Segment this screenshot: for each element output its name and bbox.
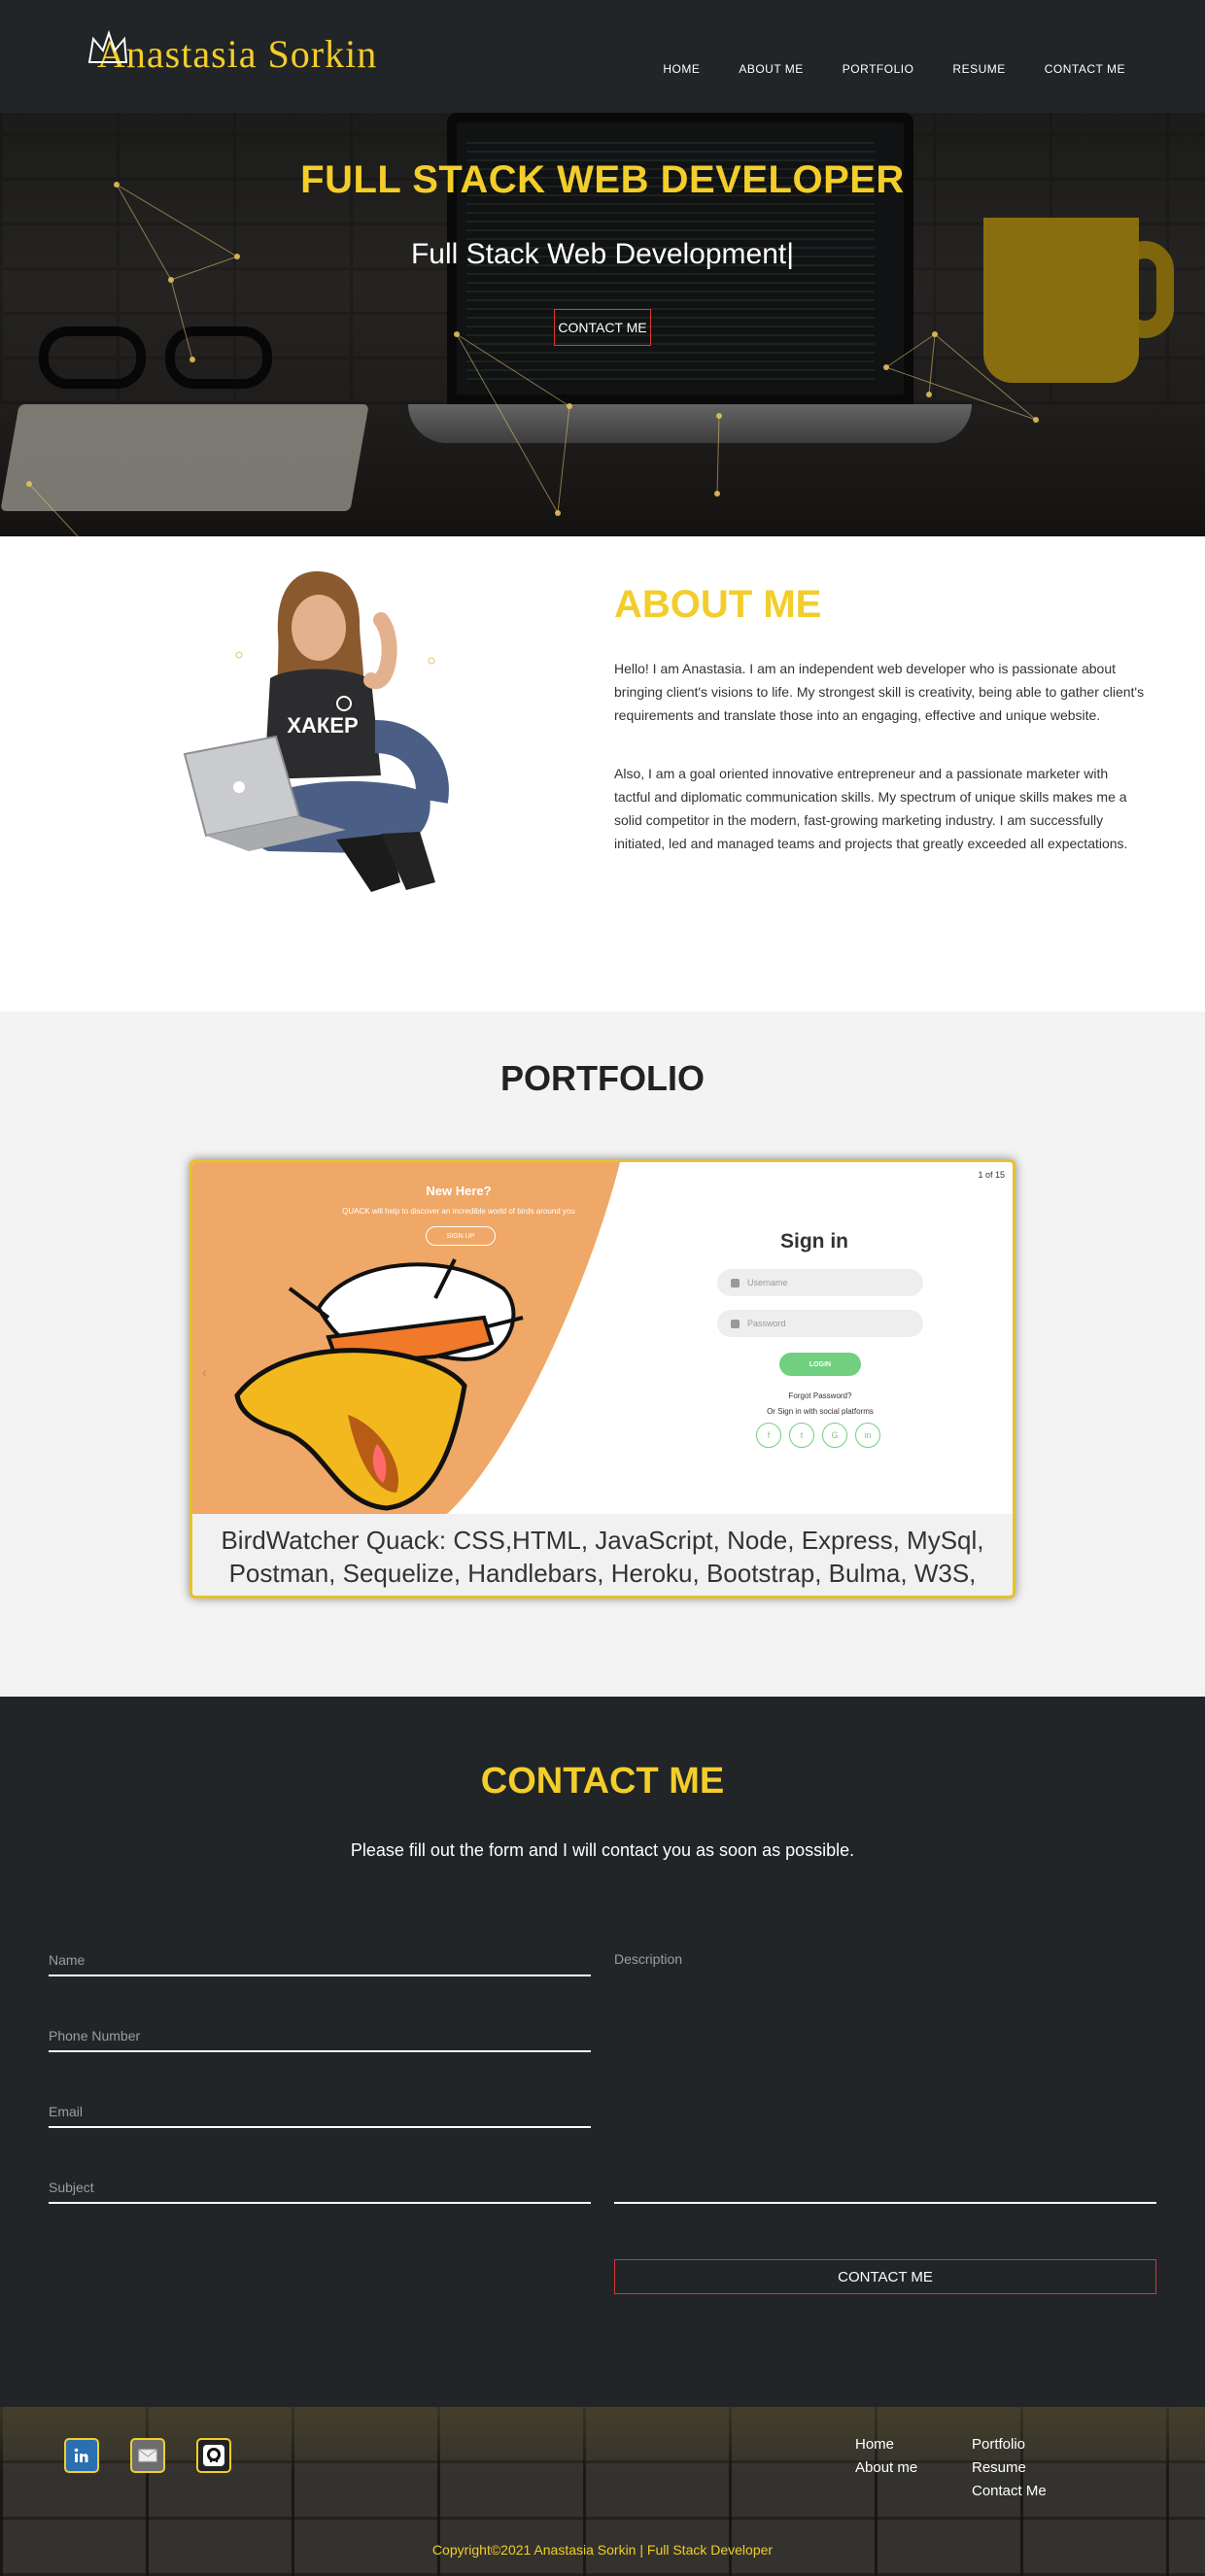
contact-section: CONTACT ME Please fill out the form and … [0,1697,1205,2407]
developer-avatar-illustration: ХАКЕР [183,571,449,892]
project-caption: BirdWatcher Quack: CSS,HTML, JavaScript,… [192,1514,1013,1596]
screenshot-password-field: Password [717,1310,923,1337]
footer-link-about[interactable]: About me [855,2459,917,2476]
hero-title: FULL STACK WEB DEVELOPER [300,158,905,201]
subject-input[interactable] [49,2173,591,2202]
google-icon: G [822,1423,847,1448]
footer-link-resume[interactable]: Resume [972,2459,1026,2476]
email-field-wrapper [49,2097,591,2128]
contact-submit-button[interactable]: CONTACT ME [614,2259,1156,2294]
subject-field-wrapper [49,2173,591,2204]
phone-field-wrapper [49,2021,591,2052]
screenshot-signin-title: Sign in [780,1230,848,1253]
logo-text: Anastasia Sorkin [97,32,378,76]
footer-link-contact[interactable]: Contact Me [972,2483,1047,2499]
user-icon [731,1278,740,1288]
portfolio-carousel-card[interactable]: 1 of 15 New Here? QUACK will help to dis… [189,1159,1016,1598]
description-textarea[interactable] [614,1945,1156,2202]
nav-home[interactable]: HOME [663,62,700,76]
hero-subtitle: Full Stack Web Development| [410,238,795,270]
carousel-prev-icon[interactable]: ‹ [202,1364,207,1380]
lock-icon [731,1319,740,1328]
nav-resume[interactable]: RESUME [952,62,1005,76]
crown-icon [87,29,128,63]
github-icon[interactable] [196,2438,231,2473]
screenshot-login-button: LOGIN [779,1353,861,1376]
footer-link-home[interactable]: Home [855,2436,894,2453]
portfolio-section: PORTFOLIO 1 of 15 New Here? QUACK will h… [0,1012,1205,1697]
about-title: ABOUT ME [614,583,822,626]
twitter-icon: t [789,1423,814,1448]
shirt-text: ХАКЕР [287,713,358,738]
footer-link-portfolio[interactable]: Portfolio [972,2436,1025,2453]
contact-subtitle: Please fill out the form and I will cont… [350,1840,855,1860]
screenshot-signup-button: SIGN UP [426,1226,496,1246]
screenshot-description: QUACK will help to discover an incredibl… [342,1207,575,1216]
mail-icon[interactable] [130,2438,165,2473]
about-section: ХАКЕР ABOUT ME Hello! I am Anastasia. I … [0,536,1205,1012]
site-footer: Home About me Portfolio Resume Contact M… [0,2407,1205,2576]
screenshot-social-text: Or Sign in with social platforms [767,1407,874,1416]
contact-title: CONTACT ME [480,1761,725,1802]
description-field-wrapper [614,1945,1156,2204]
screenshot-new-here: New Here? [426,1184,492,1198]
nav-about[interactable]: ABOUT ME [739,62,803,76]
nav-contact[interactable]: CONTACT ME [1045,62,1125,76]
linkedin-icon[interactable] [64,2438,99,2473]
nav-portfolio[interactable]: PORTFOLIO [843,62,914,76]
email-input[interactable] [49,2097,591,2126]
hero-contact-button[interactable]: CONTACT ME [554,309,651,346]
slide-counter: 1 of 15 [978,1170,1005,1180]
facebook-icon: f [756,1423,781,1448]
about-paragraph-1: Hello! I am Anastasia. I am an independe… [614,661,1145,723]
screenshot-forgot-password: Forgot Password? [788,1391,852,1400]
screenshot-username-field: Username [717,1269,923,1296]
linkedin-small-icon: in [855,1423,880,1448]
about-paragraph-2: Also, I am a goal oriented innovative en… [614,766,1128,851]
main-nav: HOME ABOUT ME PORTFOLIO RESUME CONTACT M… [663,62,1125,76]
name-input[interactable] [49,1945,591,1975]
phone-input[interactable] [49,2021,591,2050]
duck-mascot-image [234,1258,524,1511]
portfolio-title: PORTFOLIO [500,1058,705,1098]
name-field-wrapper [49,1945,591,1976]
site-logo[interactable]: Anastasia Sorkin [87,29,378,77]
copyright-text: Copyright©2021 Anastasia Sorkin | Full S… [431,2542,774,2558]
site-header: Anastasia Sorkin HOME ABOUT ME PORTFOLIO… [0,0,1205,113]
project-screenshot: 1 of 15 New Here? QUACK will help to dis… [192,1162,1013,1514]
